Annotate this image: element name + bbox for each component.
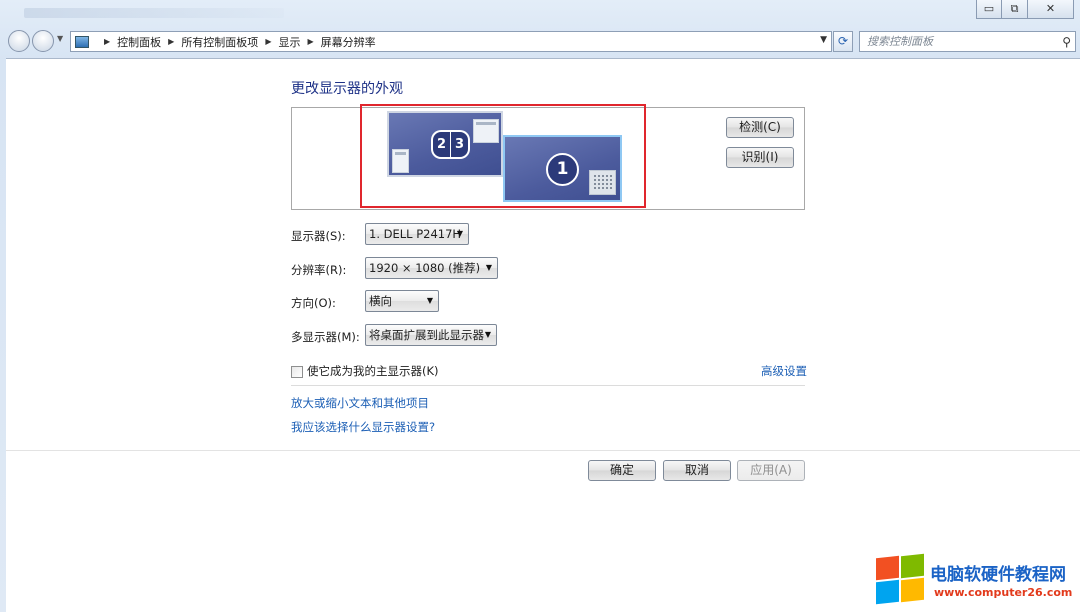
orientation-label: 方向(O): <box>291 296 336 310</box>
primary-display-checkbox-label[interactable]: 使它成为我的主显示器(K) <box>307 363 439 379</box>
display-select[interactable]: 1. DELL P2417H ▼ <box>365 223 469 245</box>
refresh-icon: ⟳ <box>837 34 849 48</box>
orientation-select-value: 横向 <box>369 294 392 308</box>
multiple-displays-select-value: 将桌面扩展到此显示器 <box>369 328 484 342</box>
advanced-settings-link[interactable]: 高级设置 <box>761 363 807 379</box>
apply-button[interactable]: 应用(A) <box>737 460 805 481</box>
forward-button[interactable] <box>32 30 54 52</box>
orientation-select[interactable]: 横向 ▼ <box>365 290 439 312</box>
recent-pages-dropdown-icon[interactable]: ▼ <box>57 34 63 43</box>
breadcrumb-all-items[interactable]: 所有控制面板项 <box>181 34 258 50</box>
chevron-down-icon: ▼ <box>485 263 492 272</box>
page-title: 更改显示器的外观 <box>291 81 403 97</box>
search-input[interactable]: 搜索控制面板 ⚲ <box>859 31 1076 52</box>
breadcrumb-display[interactable]: 显示 <box>278 34 300 50</box>
breadcrumb-screen-resolution[interactable]: 屏幕分辨率 <box>321 34 376 50</box>
cancel-button[interactable]: 取消 <box>663 460 731 481</box>
resolution-select[interactable]: 1920 × 1080 (推荐) ▼ <box>365 257 498 279</box>
breadcrumb-arrow-icon[interactable]: ▶ <box>104 37 110 46</box>
divider <box>6 450 1080 451</box>
resolution-select-value: 1920 × 1080 (推荐) <box>369 261 481 275</box>
address-bar[interactable]: ▶ 控制面板 ▶ 所有控制面板项 ▶ 显示 ▶ 屏幕分辨率 ▼ <box>70 31 832 52</box>
address-history-dropdown-icon[interactable]: ▼ <box>820 35 827 45</box>
breadcrumb-arrow-icon[interactable]: ▶ <box>307 37 313 46</box>
breadcrumb-control-panel[interactable]: 控制面板 <box>117 34 161 50</box>
detect-button[interactable]: 检测(C) <box>726 117 794 138</box>
divider <box>291 385 805 386</box>
maximize-button[interactable]: ⧉ <box>1002 0 1028 19</box>
navigation-row: ▼ ▶ 控制面板 ▶ 所有控制面板项 ▶ 显示 ▶ 屏幕分辨率 ▼ ⟳ 搜索控制… <box>0 28 1080 54</box>
chevron-down-icon: ▼ <box>456 229 463 238</box>
content-pane: 更改显示器的外观 2 3 1 检测(C) 识别(I) 显示器(S): 1. DE… <box>6 58 1080 612</box>
primary-display-checkbox[interactable] <box>291 366 303 378</box>
close-button[interactable]: ✕ <box>1028 0 1074 19</box>
chevron-down-icon: ▼ <box>426 296 433 305</box>
search-placeholder: 搜索控制面板 <box>867 35 933 48</box>
control-panel-window: ▭ ⧉ ✕ ▼ ▶ 控制面板 ▶ 所有控制面板项 ▶ 显示 ▶ 屏幕分辨率 ▼ … <box>0 0 1080 612</box>
refresh-button[interactable]: ⟳ <box>833 31 853 52</box>
display-label: 显示器(S): <box>291 229 346 243</box>
site-watermark: 电脑软硬件教程网 www.computer26.com <box>876 553 1076 608</box>
title-bar-blur <box>24 8 284 18</box>
watermark-title: 电脑软硬件教程网 <box>930 565 1066 585</box>
chevron-down-icon: ▼ <box>484 330 491 339</box>
back-button[interactable] <box>8 30 30 52</box>
multiple-displays-label: 多显示器(M): <box>291 330 360 344</box>
identify-button[interactable]: 识别(I) <box>726 147 794 168</box>
ok-button[interactable]: 确定 <box>588 460 656 481</box>
windows-logo-icon <box>876 553 926 605</box>
resolution-label: 分辨率(R): <box>291 263 347 277</box>
display-select-value: 1. DELL P2417H <box>369 227 462 241</box>
control-panel-icon <box>75 35 89 48</box>
search-icon[interactable]: ⚲ <box>1062 33 1071 52</box>
title-bar: ▭ ⧉ ✕ <box>0 0 1080 26</box>
window-controls: ▭ ⧉ ✕ <box>976 0 1074 19</box>
resize-text-link[interactable]: 放大或缩小文本和其他项目 <box>291 395 429 411</box>
multiple-displays-select[interactable]: 将桌面扩展到此显示器 ▼ <box>365 324 497 346</box>
selection-highlight-box <box>360 104 646 208</box>
breadcrumb-arrow-icon[interactable]: ▶ <box>265 37 271 46</box>
breadcrumb-arrow-icon[interactable]: ▶ <box>168 37 174 46</box>
watermark-url: www.computer26.com <box>934 586 1073 599</box>
minimize-button[interactable]: ▭ <box>976 0 1002 19</box>
which-settings-link[interactable]: 我应该选择什么显示器设置? <box>291 419 435 435</box>
